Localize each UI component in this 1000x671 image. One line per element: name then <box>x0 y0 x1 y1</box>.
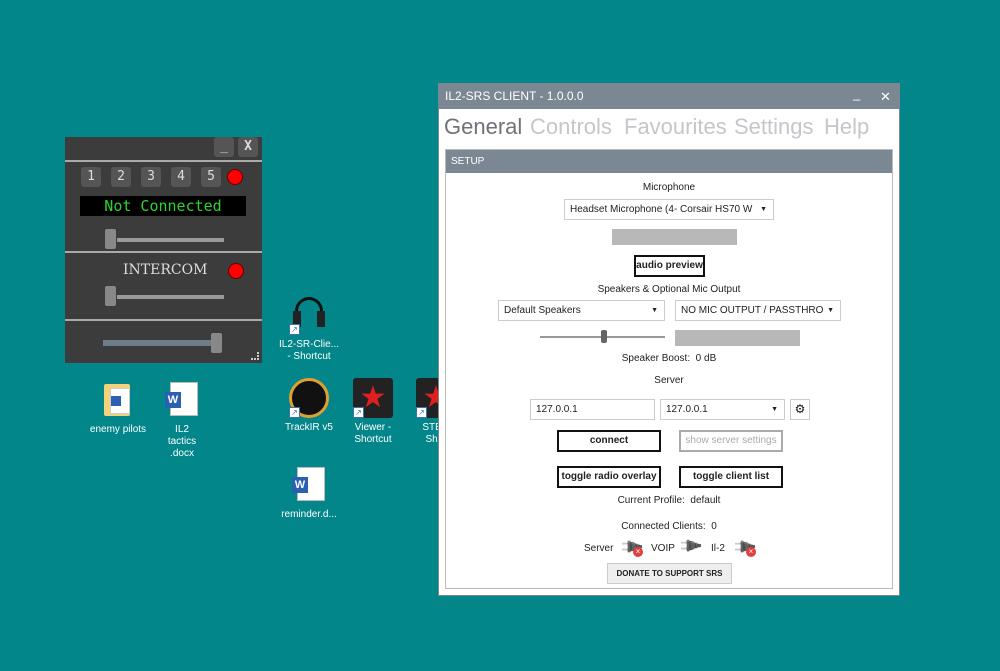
folder-icon <box>98 380 138 420</box>
icon-label: enemy pilots <box>89 424 147 435</box>
mic-level-meter <box>612 229 737 245</box>
desktop-icon-il2-tactics[interactable]: W IL2 tactics .docx <box>150 380 214 460</box>
desktop-icon-enemy-pilots[interactable]: enemy pilots <box>86 380 150 436</box>
show-server-settings-button[interactable]: show server settings <box>679 430 783 452</box>
speaker-level-meter <box>675 330 800 346</box>
window-title: IL2-SRS CLIENT - 1.0.0.0 <box>445 89 584 103</box>
divider <box>65 319 262 321</box>
word-document-icon: W <box>162 380 202 420</box>
tab-general[interactable]: General <box>444 114 522 140</box>
channel-button-3[interactable]: 3 <box>141 167 161 187</box>
server-select-value: 127.0.0.1 <box>666 404 708 415</box>
divider <box>65 251 262 253</box>
gear-icon: ⚙ <box>794 402 806 416</box>
toggle-client-list-button[interactable]: toggle client list <box>679 466 783 488</box>
srs-client-window[interactable]: IL2-SRS CLIENT - 1.0.0.0 _ ✕ General Con… <box>438 83 900 596</box>
il2-disconnected-plug-icon: 🔌 × <box>731 534 758 561</box>
current-profile-value: default <box>690 495 721 506</box>
server-address-input[interactable]: 127.0.0.1 <box>530 399 655 420</box>
title-bar: IL2-SRS CLIENT - 1.0.0.0 _ ✕ <box>439 84 899 109</box>
server-address-select[interactable]: 127.0.0.1 ▼ <box>660 399 785 420</box>
il2-status-label: Il-2 <box>711 543 725 554</box>
dropdown-arrow-icon: ▼ <box>823 301 834 320</box>
master-volume-track[interactable] <box>103 340 213 346</box>
speaker-boost-thumb[interactable] <box>601 330 607 343</box>
connected-clients-label: Connected Clients: <box>621 521 706 532</box>
microphone-label: Microphone <box>642 182 696 193</box>
icon-label: IL2 tactics .docx <box>167 424 197 459</box>
tab-help[interactable]: Help <box>824 114 869 140</box>
word-document-icon: W <box>289 465 329 505</box>
connected-clients-value: 0 <box>711 521 717 532</box>
channel-button-1[interactable]: 1 <box>81 167 101 187</box>
server-label: Server <box>654 375 684 386</box>
intercom-label: INTERCOM <box>123 262 208 278</box>
radio-volume-thumb[interactable] <box>105 229 116 249</box>
star-app-icon: ★ ↗ <box>353 378 393 418</box>
desktop-icon-trackir[interactable]: ↗ TrackIR v5 <box>277 378 341 434</box>
radio-volume-track[interactable] <box>117 238 224 242</box>
speakers-select[interactable]: Default Speakers ▼ <box>498 300 665 321</box>
divider <box>65 160 262 162</box>
icon-label: Viewer - Shortcut <box>354 422 392 445</box>
close-button[interactable]: ✕ <box>880 84 891 109</box>
current-profile-label: Current Profile: <box>617 495 685 506</box>
desktop-icon-reminder[interactable]: W reminder.d... <box>277 465 341 521</box>
overlay-minimize-button[interactable]: _ <box>214 137 234 157</box>
server-settings-gear-button[interactable]: ⚙ <box>790 399 810 420</box>
intercom-volume-thumb[interactable] <box>105 286 116 306</box>
headset-icon: ↗ <box>289 295 329 335</box>
voip-connected-plug-icon: 🔌 <box>677 533 704 560</box>
tab-favourites[interactable]: Favourites <box>624 114 727 140</box>
desktop-icon-viewer[interactable]: ★ ↗ Viewer - Shortcut <box>341 378 405 446</box>
intercom-volume-track[interactable] <box>117 295 224 299</box>
speaker-boost-value: 0 dB <box>695 353 717 364</box>
connected-clients: Connected Clients: 0 <box>621 521 717 532</box>
voip-status-label: VOIP <box>651 543 675 554</box>
speakers-value: Default Speakers <box>504 305 581 316</box>
connect-button[interactable]: connect <box>557 430 661 452</box>
microphone-select[interactable]: Headset Microphone (4- Corsair HS70 W ▼ <box>564 199 774 220</box>
speakers-label: Speakers & Optional Mic Output <box>597 284 741 295</box>
toggle-radio-overlay-button[interactable]: toggle radio overlay <box>557 466 661 488</box>
microphone-value: Headset Microphone (4- Corsair HS70 W <box>570 204 753 215</box>
mic-output-select[interactable]: NO MIC OUTPUT / PASSTHROU ▼ <box>675 300 841 321</box>
radio-status-display: Not Connected <box>80 196 246 216</box>
channel-button-2[interactable]: 2 <box>111 167 131 187</box>
resize-grip-icon[interactable] <box>251 352 259 360</box>
current-profile: Current Profile: default <box>618 495 721 506</box>
minimize-button[interactable]: _ <box>853 81 860 106</box>
mic-output-value: NO MIC OUTPUT / PASSTHROU <box>681 305 831 316</box>
speaker-boost-label: Speaker Boost: 0 dB <box>622 353 717 364</box>
dropdown-arrow-icon: ▼ <box>760 206 767 213</box>
desktop-icon-il2-sr-client[interactable]: ↗ IL2-SR-Clie... - Shortcut <box>277 295 341 363</box>
tab-controls[interactable]: Controls <box>530 114 612 140</box>
audio-preview-button[interactable]: audio preview <box>634 255 705 277</box>
icon-label: IL2-SR-Clie... - Shortcut <box>278 339 339 362</box>
intercom-status-led <box>228 263 244 279</box>
dropdown-arrow-icon: ▼ <box>771 406 778 413</box>
radio-overlay-window[interactable]: _ X 1 2 3 4 5 Not Connected INTERCOM <box>65 137 262 363</box>
channel-button-4[interactable]: 4 <box>171 167 191 187</box>
overlay-close-button[interactable]: X <box>238 137 258 157</box>
donate-button[interactable]: DONATE TO SUPPORT SRS <box>607 563 732 584</box>
server-status-label: Server <box>584 543 614 554</box>
icon-label: reminder.d... <box>281 509 337 520</box>
radio-status-led <box>227 169 243 185</box>
trackir-icon: ↗ <box>289 378 329 418</box>
dropdown-arrow-icon: ▼ <box>651 307 658 314</box>
speaker-boost-text: Speaker Boost: <box>621 353 691 364</box>
icon-label: TrackIR v5 <box>285 422 333 433</box>
channel-button-5[interactable]: 5 <box>201 167 221 187</box>
server-disconnected-plug-icon: 🔌 × <box>618 534 645 561</box>
setup-header: SETUP <box>446 150 892 173</box>
tab-settings[interactable]: Settings <box>734 114 814 140</box>
master-volume-thumb[interactable] <box>211 333 222 353</box>
